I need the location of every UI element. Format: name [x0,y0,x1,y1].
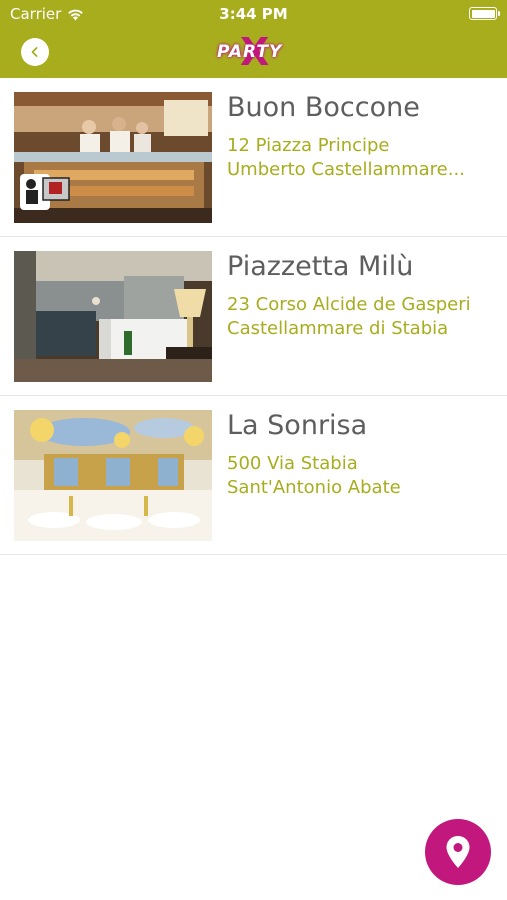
venue-address-line: 500 Via Stabia [227,453,358,474]
venue-address-line: Castellammare di Stabia [227,318,449,339]
venue-address-line: 23 Corso Alcide de Gasperi [227,294,471,315]
venue-address: 12 Piazza Principe Umberto Castellammare… [227,134,497,182]
venue-address-line: Umberto Castellammare... [227,159,465,180]
venue-name: Piazzetta Milù [227,251,414,282]
status-time: 3:44 PM [219,5,288,23]
venue-photo [14,92,212,223]
logo-wordmark: PARTY [217,42,283,62]
venue-name: Buon Boccone [227,92,420,123]
venue-row[interactable]: La Sonrisa 500 Via Stabia Sant'Antonio A… [0,396,507,555]
venue-name: La Sonrisa [227,410,368,441]
venue-list: Buon Boccone 12 Piazza Principe Umberto … [0,78,507,555]
venue-row[interactable]: Piazzetta Milù 23 Corso Alcide de Gasper… [0,237,507,396]
venue-address: 500 Via Stabia Sant'Antonio Abate [227,452,497,500]
party-x-logo: X PARTY [213,32,293,72]
chevron-left-icon [31,47,38,57]
back-button[interactable] [21,38,49,66]
venue-row[interactable]: Buon Boccone 12 Piazza Principe Umberto … [0,78,507,237]
venue-address-line: Sant'Antonio Abate [227,477,401,498]
status-bar: Carrier 3:44 PM [0,0,507,28]
venue-address: 23 Corso Alcide de Gasperi Castellammare… [227,293,497,341]
battery-icon [469,7,500,20]
venue-photo [14,410,212,541]
navigation-bar: Carrier 3:44 PM X PARTY [0,0,507,78]
venue-photo [14,251,212,382]
venue-address-line: 12 Piazza Principe [227,135,390,156]
map-button[interactable] [425,819,491,885]
map-pin-icon [446,836,470,868]
